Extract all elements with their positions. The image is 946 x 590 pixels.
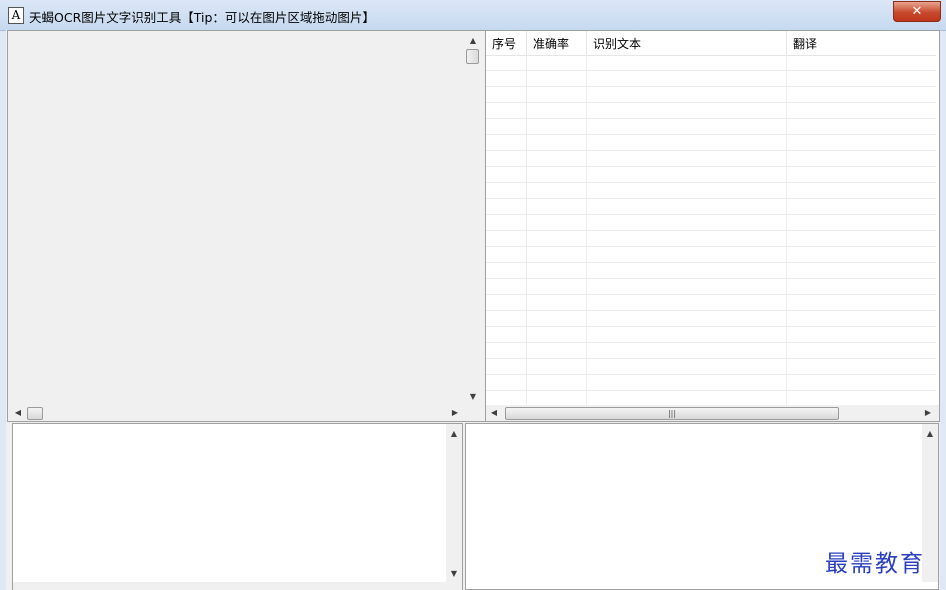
scroll-thumb[interactable]: ||| [505, 407, 839, 420]
table-row[interactable] [486, 55, 936, 71]
table-row[interactable] [486, 119, 936, 135]
table-row[interactable] [486, 279, 936, 295]
table-row[interactable] [486, 247, 936, 263]
source-text-box[interactable]: ▲ ▼ [12, 423, 463, 590]
scroll-up-button[interactable]: ▲ [446, 426, 462, 442]
table-row[interactable] [486, 327, 936, 343]
image-horizontal-scrollbar[interactable]: ◀ ▶ [8, 405, 465, 421]
image-vertical-scrollbar[interactable]: ▲ ▼ [465, 31, 481, 405]
table-row[interactable] [486, 263, 936, 279]
column-header[interactable]: 识别文本 [587, 31, 787, 55]
title-bar: A 天蝎OCR图片文字识别工具【Tip：可以在图片区域拖动图片】 ✕ [0, 0, 946, 31]
app-icon: A [8, 7, 24, 24]
scroll-down-button[interactable]: ▼ [446, 566, 462, 582]
scroll-up-button[interactable]: ▲ [922, 426, 938, 442]
source-vertical-scrollbar[interactable]: ▲ ▼ [446, 424, 462, 582]
watermark-text: 最需教育 [825, 551, 925, 577]
table-horizontal-scrollbar[interactable]: ◀ ||| ▶ [486, 405, 939, 421]
table-row[interactable] [486, 183, 936, 199]
client-area: ▲ ▼ ◀ ▶ 序号 准确率 识别文本 翻译 ◀ ||| ▶ ▲ ▼ ▲ [6, 30, 940, 590]
results-table[interactable]: 序号 准确率 识别文本 翻译 ◀ ||| ▶ [485, 30, 940, 422]
table-row[interactable] [486, 71, 936, 87]
scroll-left-button[interactable]: ◀ [486, 405, 502, 421]
column-divider [526, 55, 527, 405]
table-row[interactable] [486, 151, 936, 167]
table-row[interactable] [486, 167, 936, 183]
table-row[interactable] [486, 295, 936, 311]
table-row[interactable] [486, 103, 936, 119]
table-row[interactable] [486, 311, 936, 327]
scroll-up-button[interactable]: ▲ [465, 33, 481, 49]
scroll-right-button[interactable]: ▶ [447, 405, 463, 421]
column-divider [786, 55, 787, 405]
close-button[interactable]: ✕ [893, 1, 941, 22]
scroll-down-button[interactable]: ▼ [465, 389, 481, 405]
table-row[interactable] [486, 215, 936, 231]
column-header[interactable]: 准确率 [527, 31, 587, 55]
scroll-thumb[interactable] [27, 407, 43, 420]
scroll-right-button[interactable]: ▶ [920, 405, 936, 421]
table-header: 序号 准确率 识别文本 翻译 [486, 31, 936, 56]
window-title: 天蝎OCR图片文字识别工具【Tip：可以在图片区域拖动图片】 [29, 10, 375, 25]
table-row[interactable] [486, 135, 936, 151]
source-horizontal-scrollbar[interactable] [13, 582, 462, 590]
table-row[interactable] [486, 343, 936, 359]
scroll-left-button[interactable]: ◀ [10, 405, 26, 421]
table-row[interactable] [486, 375, 936, 391]
scroll-thumb[interactable] [466, 49, 479, 64]
column-divider [586, 55, 587, 405]
table-row[interactable] [486, 199, 936, 215]
column-header[interactable]: 翻译 [787, 31, 936, 55]
table-row[interactable] [486, 359, 936, 375]
image-area[interactable]: ▲ ▼ ◀ ▶ [7, 30, 486, 422]
column-header[interactable]: 序号 [486, 31, 527, 55]
table-row[interactable] [486, 231, 936, 247]
table-row[interactable] [486, 87, 936, 103]
